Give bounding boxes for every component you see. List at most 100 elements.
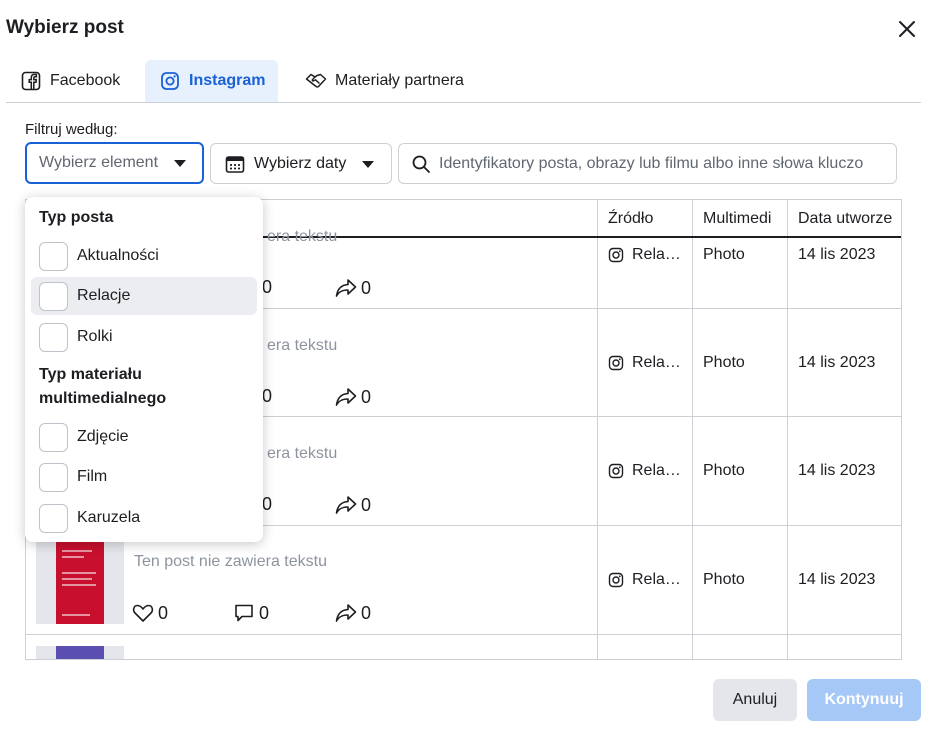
- post-source: Rela…: [608, 571, 681, 589]
- option-zdjecie[interactable]: Zdjęcie: [31, 418, 257, 456]
- tab-instagram[interactable]: Instagram: [145, 60, 278, 102]
- thumbnail-line: [62, 550, 92, 552]
- option-label: Rolki: [77, 328, 113, 345]
- comments-value: 0: [262, 277, 273, 297]
- tab-instagram-label: Instagram: [189, 72, 266, 89]
- shares-count: 0: [335, 386, 371, 408]
- search-input[interactable]: [439, 154, 889, 173]
- close-button[interactable]: [892, 14, 922, 44]
- comments-value: 0: [262, 494, 273, 514]
- share-icon: [335, 277, 357, 299]
- post-date: 14 lis 2023: [798, 246, 876, 263]
- comments-count: 0: [262, 386, 272, 407]
- thumbnail-image: [56, 538, 104, 624]
- share-icon: [335, 386, 357, 408]
- likes-value: 0: [158, 602, 169, 623]
- likes-count: 0: [132, 602, 168, 624]
- caret-down-icon: [362, 161, 374, 168]
- post-thumbnail: [36, 538, 124, 624]
- checkbox[interactable]: [39, 422, 68, 452]
- header-source[interactable]: Źródło: [598, 200, 692, 238]
- post-type-header: Typ posta: [39, 209, 114, 226]
- shares-value: 0: [361, 386, 372, 407]
- thumbnail-line: [62, 572, 96, 574]
- post-message: era tekstu: [267, 228, 338, 245]
- comments-count: 0: [233, 602, 269, 624]
- cancel-button[interactable]: Anuluj: [713, 679, 797, 721]
- instagram-icon: [608, 463, 624, 479]
- checkbox[interactable]: [39, 281, 68, 311]
- tab-facebook[interactable]: Facebook: [16, 60, 124, 102]
- option-label: Karuzela: [77, 509, 141, 526]
- search-box: [398, 143, 897, 184]
- instagram-icon: [608, 355, 624, 371]
- checkbox[interactable]: [39, 462, 68, 492]
- shares-count: 0: [335, 277, 371, 299]
- media-type-header: Typ materiału multimedialnego: [39, 363, 166, 411]
- date-select-value: Wybierz daty: [254, 154, 347, 172]
- option-relacje[interactable]: Relacje: [31, 277, 257, 315]
- source-value: Rela…: [632, 246, 681, 263]
- option-label: Aktualności: [77, 247, 159, 264]
- instagram-icon: [608, 247, 624, 263]
- shares-value: 0: [361, 602, 372, 623]
- option-rolki[interactable]: Rolki: [31, 318, 257, 356]
- post-source: Rela…: [608, 246, 681, 264]
- option-film[interactable]: Film: [31, 458, 257, 496]
- option-label: Relacje: [77, 287, 131, 304]
- media-type-header-line2: multimedialnego: [39, 390, 167, 407]
- thumbnail-line: [62, 584, 96, 586]
- media-type-header-line1: Typ materiału: [39, 366, 142, 383]
- post-date: 14 lis 2023: [798, 571, 876, 588]
- checkbox[interactable]: [39, 241, 68, 271]
- element-filter-dropdown: Typ posta Aktualności Relacje Rolki Typ …: [25, 197, 263, 542]
- share-icon: [335, 494, 357, 516]
- thumbnail-line: [62, 614, 90, 616]
- heart-icon: [132, 602, 154, 624]
- option-label: Zdjęcie: [77, 428, 129, 445]
- source-value: Rela…: [632, 462, 681, 479]
- close-icon: [899, 21, 915, 37]
- share-icon: [335, 602, 357, 624]
- handshake-icon: [305, 70, 327, 92]
- date-select[interactable]: Wybierz daty: [210, 143, 392, 184]
- post-media: Photo: [703, 571, 745, 588]
- post-message: era tekstu: [267, 337, 338, 354]
- shares-count: 0: [335, 494, 371, 516]
- calendar-icon: [225, 154, 245, 174]
- post-media: Photo: [703, 246, 745, 263]
- checkbox[interactable]: [39, 322, 68, 352]
- option-aktualnosci[interactable]: Aktualności: [31, 237, 257, 275]
- comment-icon: [233, 602, 255, 624]
- continue-button[interactable]: Kontynuuj: [807, 679, 921, 721]
- tab-partner-materials[interactable]: Materiały partnera: [301, 60, 468, 102]
- table-row[interactable]: [26, 636, 901, 659]
- header-media[interactable]: Multimedi: [693, 200, 787, 238]
- comments-count: 0: [262, 277, 272, 298]
- post-date: 14 lis 2023: [798, 354, 876, 371]
- thumbnail-image: [56, 646, 104, 659]
- source-tabs: Facebook Instagram Materiały partnera: [6, 60, 921, 103]
- post-media: Photo: [703, 462, 745, 479]
- header-date[interactable]: Data utworze: [788, 200, 901, 238]
- filter-label: Filtruj według:: [25, 121, 118, 138]
- post-source: Rela…: [608, 354, 681, 372]
- shares-count: 0: [335, 602, 371, 624]
- search-icon: [411, 154, 431, 174]
- caret-down-icon: [174, 160, 186, 167]
- shares-value: 0: [361, 494, 372, 515]
- element-select-value: Wybierz element: [39, 154, 159, 171]
- table-row[interactable]: Ten post nie zawiera tekstu 0 0 0 Rela… …: [26, 527, 901, 635]
- element-select[interactable]: Wybierz element: [25, 142, 204, 184]
- checkbox[interactable]: [39, 503, 68, 533]
- source-value: Rela…: [632, 571, 681, 588]
- comments-count: 0: [262, 494, 272, 515]
- thumbnail-line: [62, 578, 92, 580]
- option-karuzela[interactable]: Karuzela: [31, 499, 257, 537]
- thumbnail-line: [62, 556, 84, 558]
- post-date: 14 lis 2023: [798, 462, 876, 479]
- dialog-title: Wybierz post: [6, 17, 124, 38]
- tab-partner-materials-label: Materiały partnera: [335, 72, 464, 89]
- instagram-icon: [608, 572, 624, 588]
- shares-value: 0: [361, 277, 372, 298]
